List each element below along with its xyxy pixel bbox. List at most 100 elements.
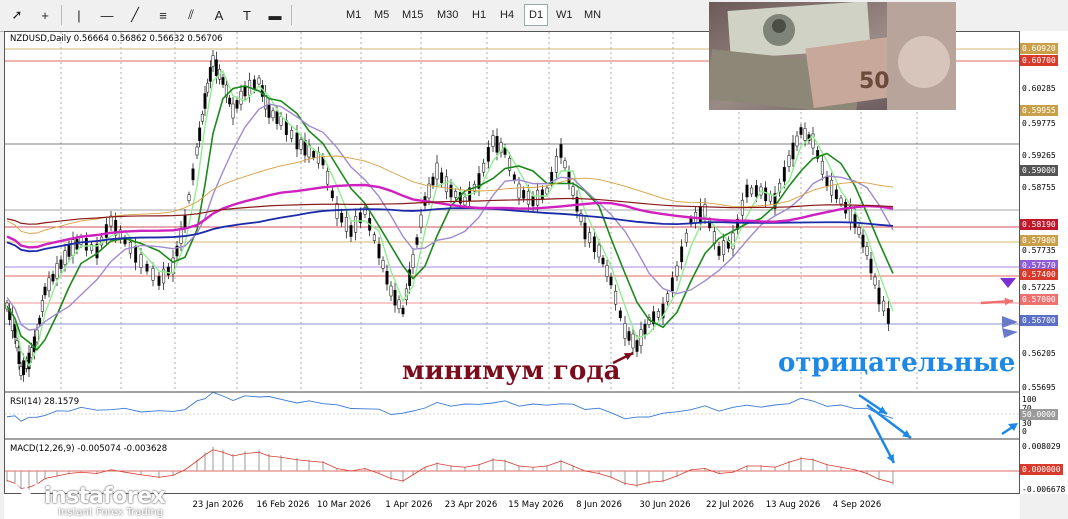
text-icon[interactable]: A bbox=[208, 4, 230, 26]
candle-body bbox=[787, 155, 791, 167]
candle-body bbox=[43, 286, 47, 296]
candle-body bbox=[295, 132, 299, 150]
price-level-label: 0.60285 bbox=[1022, 84, 1056, 93]
candle-body bbox=[47, 277, 51, 292]
candle-body bbox=[312, 151, 316, 158]
candle-body bbox=[211, 55, 215, 67]
candle-body bbox=[782, 167, 786, 182]
candle-body bbox=[187, 194, 191, 201]
trendline-icon[interactable]: ╱ bbox=[124, 4, 146, 26]
candle-body bbox=[571, 186, 575, 196]
logo-name: instaforex bbox=[44, 483, 166, 509]
candle-body bbox=[377, 243, 381, 259]
candle-body bbox=[635, 340, 639, 352]
cursor-icon[interactable]: ➚ bbox=[6, 4, 28, 26]
fibonacci-icon[interactable]: ≡ bbox=[152, 4, 174, 26]
date-label: 15 May 2026 bbox=[508, 500, 564, 510]
price-axis: 0.60920 0.60700 0.60285 0.59955 0.59775 0.592… bbox=[1020, 31, 1068, 494]
candle-body bbox=[419, 214, 423, 228]
candle-body bbox=[482, 162, 486, 173]
candle-body bbox=[609, 276, 613, 286]
timeframe-m15[interactable]: M15 bbox=[398, 4, 427, 26]
candle-body bbox=[643, 324, 647, 335]
timeframe-w1[interactable]: W1 bbox=[552, 4, 577, 26]
candle-body bbox=[55, 263, 59, 279]
candle-body bbox=[670, 277, 674, 292]
channel-icon[interactable]: ⫽ bbox=[180, 4, 202, 26]
candle-body bbox=[526, 190, 530, 205]
timeframe-d1[interactable]: D1 bbox=[524, 4, 549, 26]
candle-body bbox=[618, 310, 622, 319]
macd-level-label: 0.008029 bbox=[1022, 442, 1061, 451]
candle-body bbox=[231, 103, 235, 119]
ma-mid-line bbox=[6, 85, 894, 351]
candle-body bbox=[75, 239, 79, 250]
candle-body bbox=[627, 331, 631, 341]
rsi-level-label: 0 bbox=[1022, 427, 1027, 436]
candle-body bbox=[563, 160, 567, 169]
label-icon[interactable]: T bbox=[236, 4, 258, 26]
axis-markers bbox=[1000, 278, 1018, 338]
candle-body bbox=[877, 287, 881, 305]
candle-body bbox=[208, 67, 212, 82]
candle-body bbox=[666, 293, 670, 302]
candle-body bbox=[30, 347, 34, 358]
timeframe-m5[interactable]: M5 bbox=[370, 4, 393, 26]
candle-body bbox=[200, 113, 204, 122]
vertical-line-icon[interactable]: | bbox=[68, 4, 90, 26]
candle-body bbox=[449, 184, 453, 198]
candle-body bbox=[239, 90, 243, 105]
candle-body bbox=[243, 85, 247, 97]
candle-body bbox=[19, 366, 23, 376]
timeframe-m30[interactable]: M30 bbox=[433, 4, 462, 26]
date-label: 1 Apr 2026 bbox=[385, 500, 433, 510]
candle-body bbox=[104, 224, 108, 238]
candle-body bbox=[257, 77, 261, 85]
candle-body bbox=[279, 116, 283, 126]
price-level-label: 0.58190 bbox=[1020, 219, 1058, 230]
candle-body bbox=[698, 206, 702, 223]
candle-body bbox=[882, 300, 886, 312]
candle-body bbox=[536, 189, 540, 206]
candle-body bbox=[198, 127, 202, 142]
candle-body bbox=[415, 237, 419, 245]
candle-body bbox=[540, 189, 544, 200]
date-label: 23 Jan 2026 bbox=[192, 500, 244, 510]
candle-body bbox=[869, 258, 873, 274]
candle-body bbox=[290, 130, 294, 139]
svg-text:50: 50 bbox=[859, 69, 890, 94]
candle-body bbox=[722, 240, 726, 255]
candle-body bbox=[157, 276, 161, 286]
logo-tagline: Instant Forex Trading bbox=[58, 507, 164, 518]
horizontal-line-icon[interactable]: — bbox=[96, 4, 118, 26]
candle-body bbox=[750, 187, 754, 195]
candle-body bbox=[834, 189, 838, 200]
date-label: 10 Mar 2026 bbox=[317, 500, 371, 510]
candle-body bbox=[349, 225, 353, 237]
candle-body bbox=[745, 184, 749, 198]
timeframe-h1[interactable]: H1 bbox=[468, 4, 490, 26]
candle-body bbox=[495, 136, 499, 153]
timeframe-h4[interactable]: H4 bbox=[496, 4, 518, 26]
shapes-icon[interactable]: ▬ bbox=[264, 4, 286, 26]
rsi-line bbox=[6, 391, 894, 422]
candle-body bbox=[271, 110, 275, 119]
candle-body bbox=[38, 317, 42, 325]
candle-body bbox=[397, 299, 401, 310]
timeframe-m1[interactable]: M1 bbox=[342, 4, 365, 26]
candle-body bbox=[214, 59, 218, 76]
price-level-label: 0.58755 bbox=[1022, 183, 1056, 192]
candle-body bbox=[799, 127, 803, 135]
timeframe-mn[interactable]: MN bbox=[580, 4, 605, 26]
candle-body bbox=[754, 185, 758, 197]
blue-marker-icon bbox=[1002, 316, 1018, 328]
candle-body bbox=[340, 212, 344, 223]
crosshair-icon[interactable]: + bbox=[34, 4, 56, 26]
price-level-label: 0.56205 bbox=[1022, 349, 1056, 358]
candle-body bbox=[803, 128, 807, 141]
candle-body bbox=[517, 183, 521, 199]
candle-body bbox=[381, 260, 385, 269]
rsi-title: RSI(14) 28.1579 bbox=[10, 397, 80, 407]
candle-body bbox=[656, 311, 660, 318]
candle-body bbox=[354, 216, 358, 233]
